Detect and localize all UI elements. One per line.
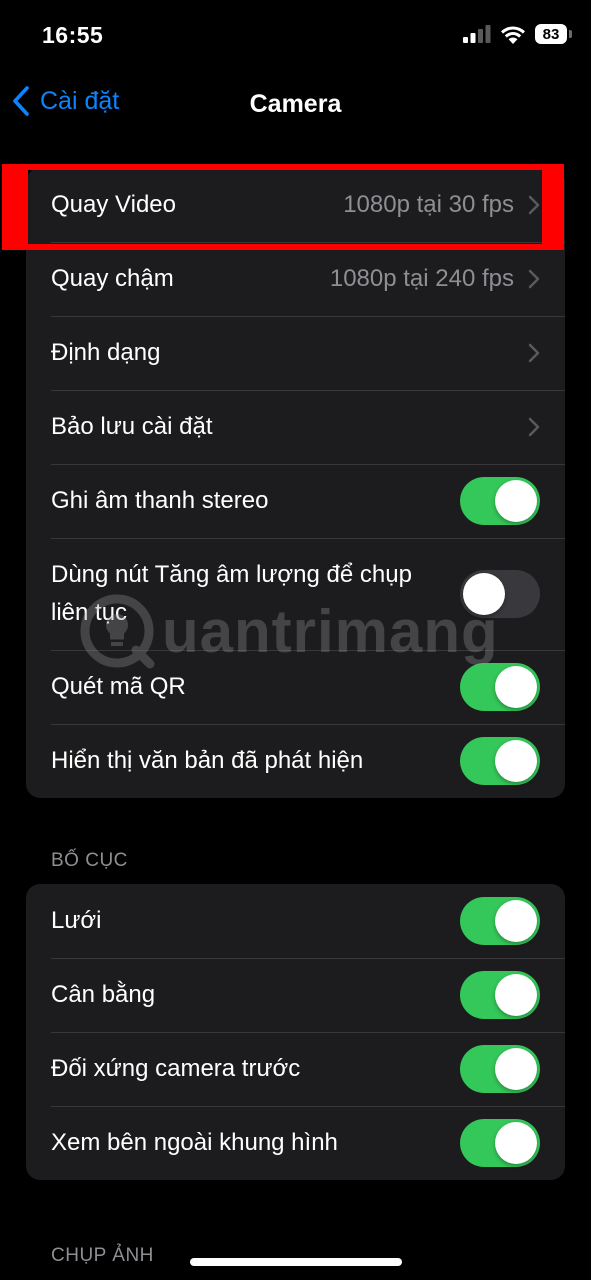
toggle-knob xyxy=(463,573,505,615)
stereo-toggle[interactable] xyxy=(460,477,540,525)
row-label: Hiển thị văn bản đã phát hiện xyxy=(51,747,364,774)
chevron-right-icon xyxy=(528,417,540,437)
row-label: Quay Video xyxy=(51,191,176,218)
chevron-right-icon xyxy=(528,343,540,363)
row-value: 1080p tại 240 fps xyxy=(329,265,514,292)
row-hien-thi-van-ban: Hiển thị văn bản đã phát hiện xyxy=(26,724,565,798)
battery-icon: 83 xyxy=(535,24,572,44)
chevron-right-icon xyxy=(528,269,540,289)
cellular-signal-icon xyxy=(463,25,491,43)
row-quay-video[interactable]: Quay Video 1080p tại 30 fps xyxy=(26,168,565,242)
toggle-knob xyxy=(495,900,537,942)
toggle-knob xyxy=(495,740,537,782)
toggle-knob xyxy=(495,666,537,708)
row-quet-ma-qr: Quét mã QR xyxy=(26,650,565,724)
row-volume-burst: Dùng nút Tăng âm lượng để chụp liên tục xyxy=(26,538,565,650)
toggle-knob xyxy=(495,974,537,1016)
settings-group-video: Quay Video 1080p tại 30 fps Quay chậm 10… xyxy=(26,168,565,798)
row-label: Ghi âm thanh stereo xyxy=(51,487,269,514)
row-value: 1080p tại 30 fps xyxy=(343,191,514,218)
mirror-front-camera-toggle[interactable] xyxy=(460,1045,540,1093)
chevron-right-icon xyxy=(528,195,540,215)
row-dinh-dang[interactable]: Định dạng xyxy=(26,316,565,390)
row-bao-luu-cai-dat[interactable]: Bảo lưu cài đặt xyxy=(26,390,565,464)
row-label: Xem bên ngoài khung hình xyxy=(51,1129,338,1156)
toggle-knob xyxy=(495,480,537,522)
view-outside-frame-toggle[interactable] xyxy=(460,1119,540,1167)
wifi-icon xyxy=(501,25,525,44)
row-doi-xung-camera: Đối xứng camera trước xyxy=(26,1032,565,1106)
row-label: Định dạng xyxy=(51,339,161,366)
qr-scan-toggle[interactable] xyxy=(460,663,540,711)
home-indicator[interactable] xyxy=(190,1258,402,1266)
status-bar: 16:55 83 xyxy=(0,0,591,72)
row-ghi-am-stereo: Ghi âm thanh stereo xyxy=(26,464,565,538)
row-label: Lưới xyxy=(51,907,102,934)
status-time: 16:55 xyxy=(42,22,104,48)
toggle-knob xyxy=(495,1048,537,1090)
page-title: Camera xyxy=(249,90,342,118)
row-label: Bảo lưu cài đặt xyxy=(51,413,213,440)
row-label: Dùng nút Tăng âm lượng để chụp liên tục xyxy=(51,561,412,626)
detected-text-toggle[interactable] xyxy=(460,737,540,785)
volume-burst-toggle[interactable] xyxy=(460,570,540,618)
row-xem-ben-ngoai: Xem bên ngoài khung hình xyxy=(26,1106,565,1180)
row-can-bang: Cân bằng xyxy=(26,958,565,1032)
level-toggle[interactable] xyxy=(460,971,540,1019)
navigation-bar: Cài đặt Camera xyxy=(0,80,591,130)
section-header-layout: BỐ CỤC xyxy=(51,850,128,871)
row-luoi: Lưới xyxy=(26,884,565,958)
toggle-knob xyxy=(495,1122,537,1164)
row-label: Quay chậm xyxy=(51,265,174,292)
grid-toggle[interactable] xyxy=(460,897,540,945)
row-label: Đối xứng camera trước xyxy=(51,1055,301,1082)
status-icons: 83 xyxy=(463,24,572,44)
settings-group-layout: Lưới Cân bằng Đối xứng camera trước Xem … xyxy=(26,884,565,1180)
section-header-photo: CHỤP ẢNH xyxy=(51,1245,154,1266)
row-label: Cân bằng xyxy=(51,981,156,1008)
row-label: Quét mã QR xyxy=(51,673,186,700)
row-quay-cham[interactable]: Quay chậm 1080p tại 240 fps xyxy=(26,242,565,316)
